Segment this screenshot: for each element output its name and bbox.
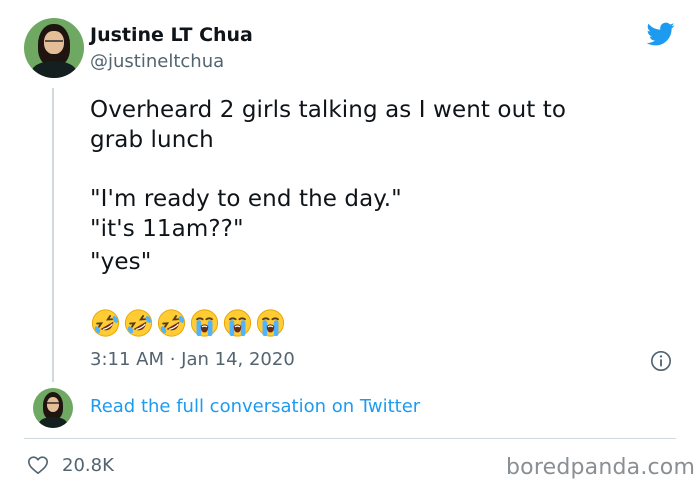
tweet-text-line: Overheard 2 girls talking as I went out … — [90, 97, 567, 123]
read-full-conversation-link[interactable]: Read the full conversation on Twitter — [90, 396, 420, 417]
like-count[interactable]: 20.8K — [62, 455, 114, 476]
twitter-bird-icon[interactable] — [645, 20, 677, 48]
tweet-text-line: grab lunch — [90, 127, 214, 153]
author-handle[interactable]: @justineltchua — [90, 51, 224, 72]
watermark: boredpanda.com — [506, 455, 696, 480]
heart-icon[interactable] — [26, 454, 50, 476]
info-icon[interactable] — [650, 350, 672, 372]
tweet-text-line: "it's 11am??" — [90, 216, 244, 242]
tweet-text-line: "yes" — [90, 249, 152, 275]
loudly-crying-emoji-icon — [255, 308, 286, 338]
tweet-timestamp[interactable]: 3:11 AM · Jan 14, 2020 — [90, 349, 295, 370]
author-avatar[interactable] — [24, 18, 84, 78]
loudly-crying-emoji-icon — [222, 308, 253, 338]
loudly-crying-emoji-icon — [189, 308, 220, 338]
conversation-avatar[interactable] — [33, 388, 73, 428]
rolling-laughing-emoji-icon — [123, 308, 154, 338]
author-display-name[interactable]: Justine LT Chua — [90, 24, 253, 46]
emoji-row — [90, 308, 286, 338]
tweet-text-line: "I'm ready to end the day." — [90, 186, 402, 212]
divider — [24, 438, 676, 439]
rolling-laughing-emoji-icon — [156, 308, 187, 338]
rolling-laughing-emoji-icon — [90, 308, 121, 338]
thread-line — [52, 88, 54, 382]
